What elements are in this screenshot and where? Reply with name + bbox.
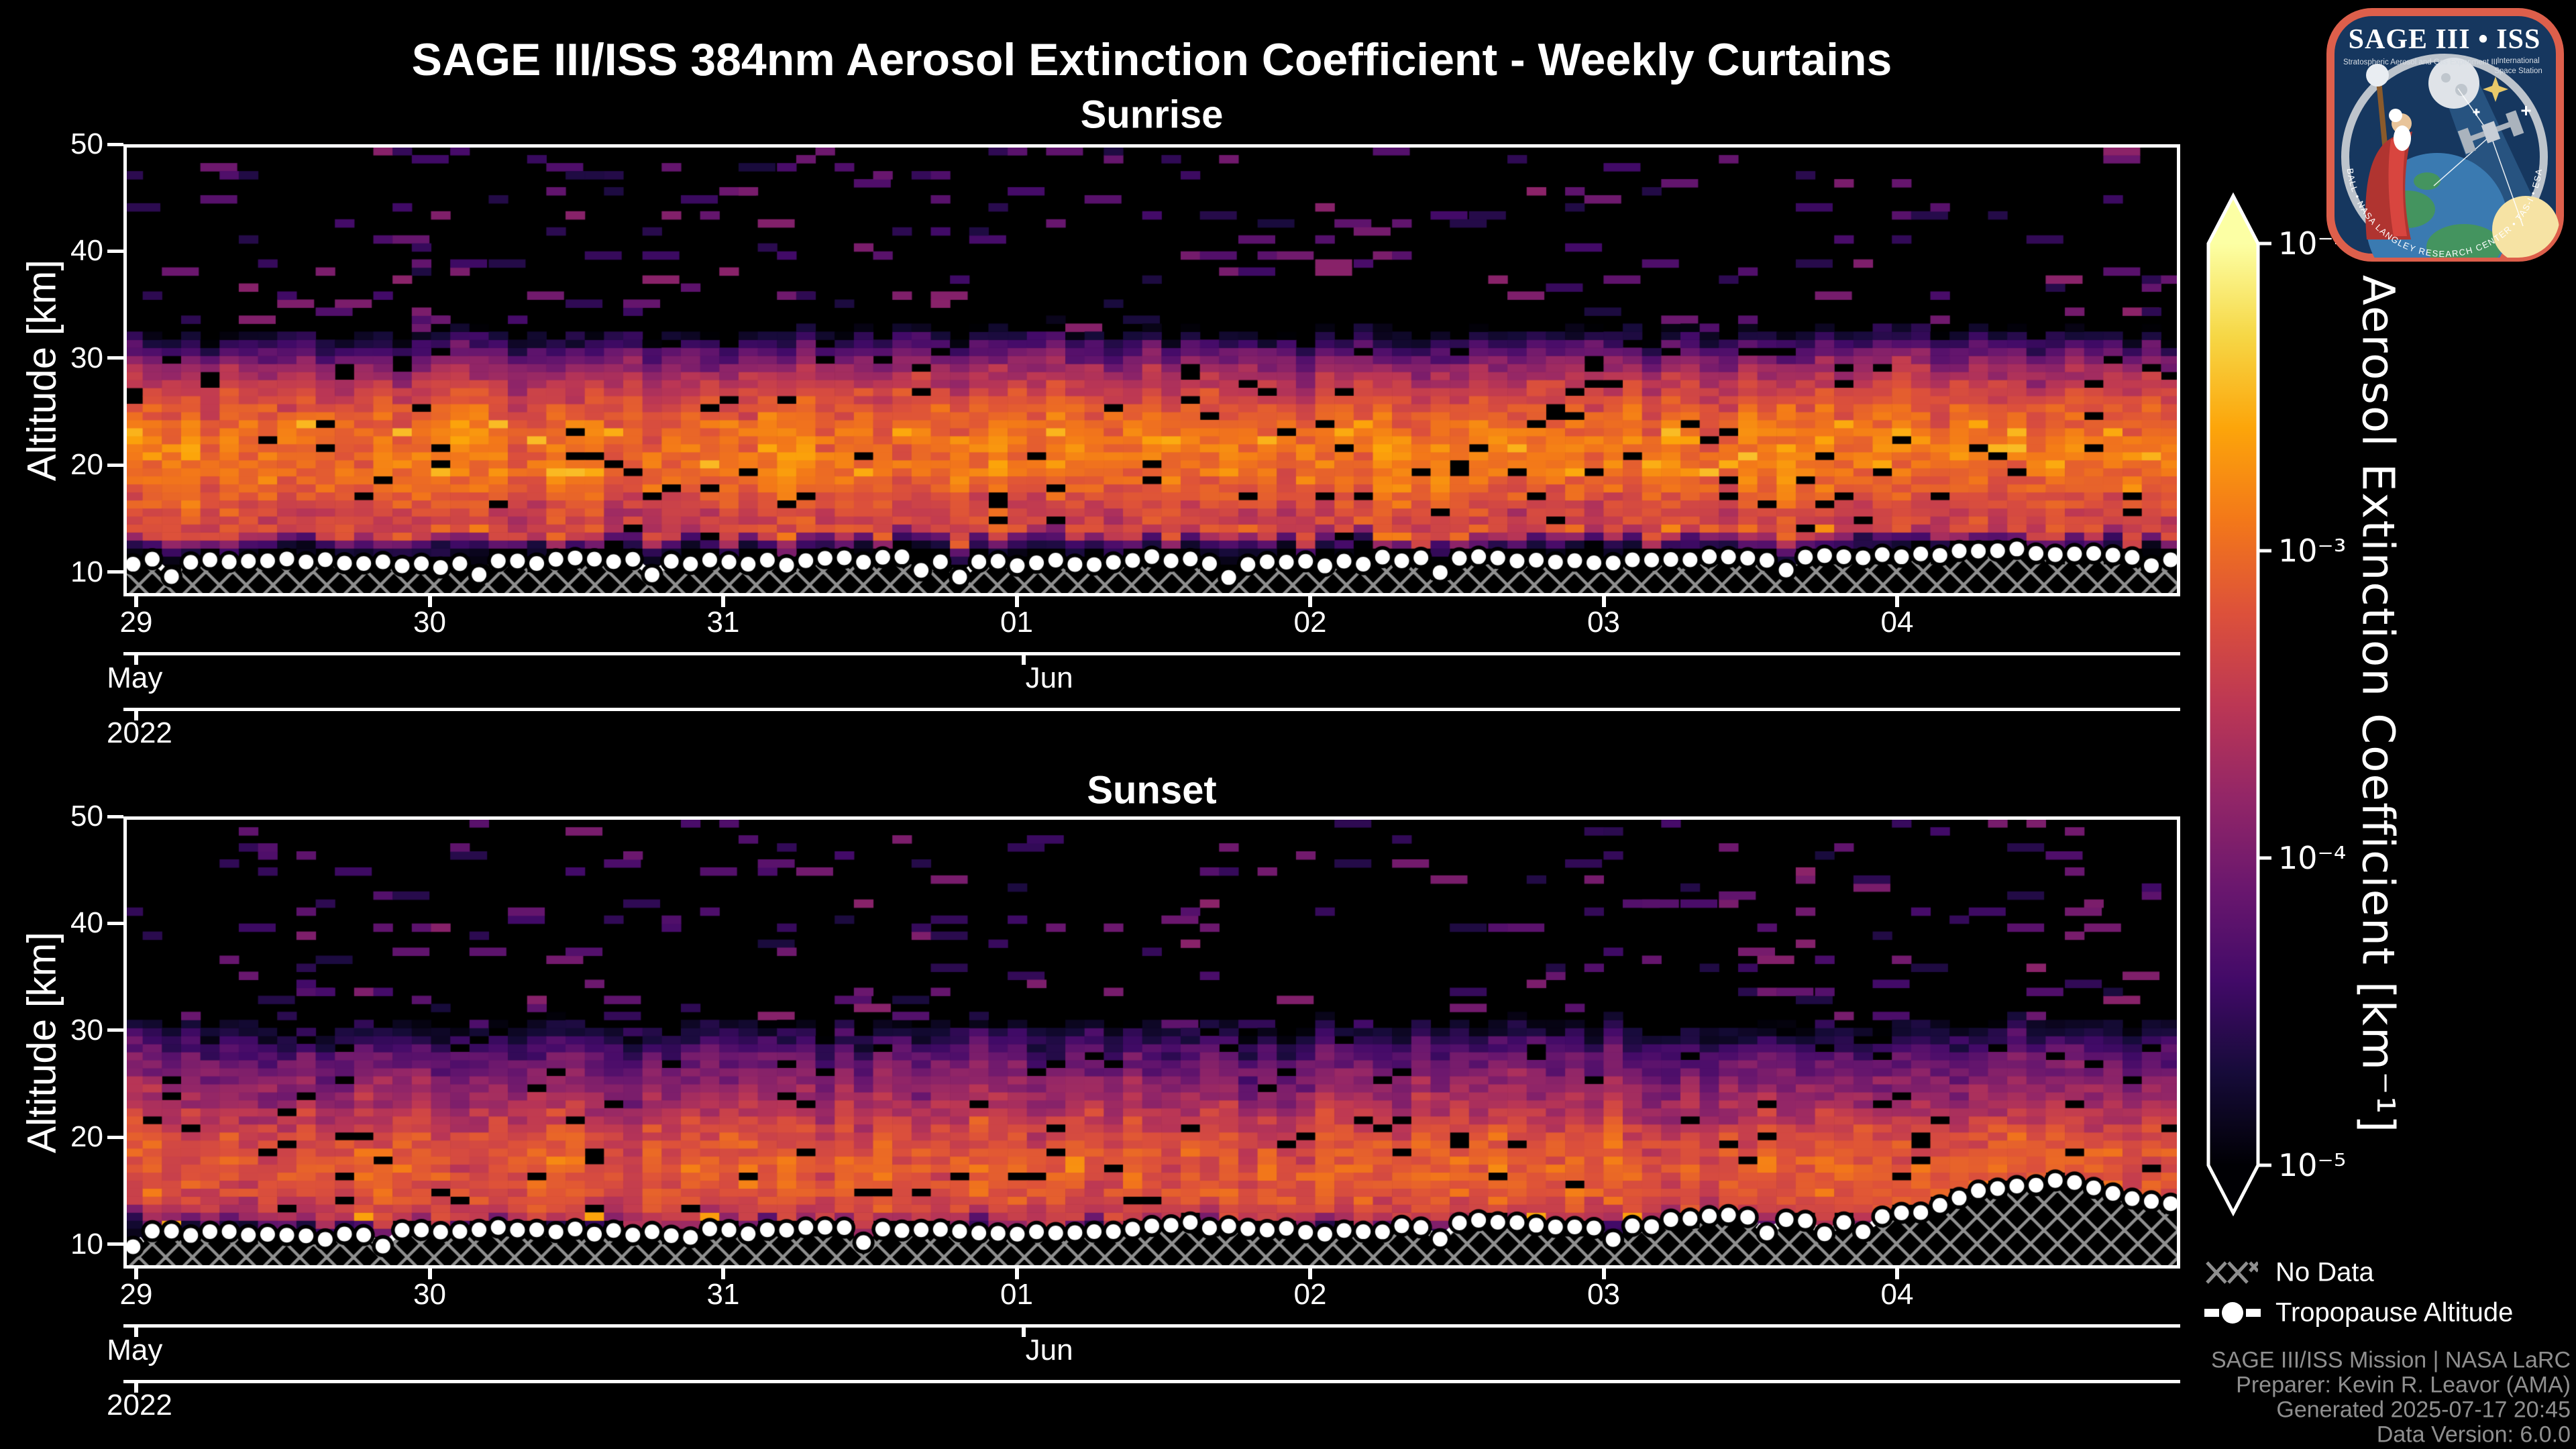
- y-tick-label: 50: [70, 800, 103, 833]
- tropopause-line-icon: [2204, 1302, 2261, 1324]
- x-day-tick-label: 02: [1293, 606, 1327, 639]
- x-day-tick-label: 02: [1293, 1278, 1327, 1311]
- colorbar-tick-label: 10⁻³: [2278, 533, 2347, 569]
- year-label: 2022: [107, 1389, 172, 1421]
- month-label: Jun: [1025, 661, 1073, 694]
- legend-label-tropopause: Tropopause Altitude: [2275, 1297, 2514, 1328]
- month-label: May: [107, 661, 163, 694]
- y-tick-mark: [107, 570, 123, 574]
- x-day-tick-label: 31: [706, 1278, 740, 1311]
- y-tick-label: 50: [70, 127, 103, 160]
- y-tick-label: 30: [70, 341, 103, 374]
- colorbar-ticks: [2258, 241, 2271, 1167]
- x-day-tick-label: 29: [119, 1278, 153, 1311]
- sunrise-heatmap-canvas: [123, 144, 2180, 596]
- x-day-tick-label: 30: [413, 606, 446, 639]
- attribution-data-version: Data Version: 6.0.0: [2376, 1421, 2571, 1448]
- month-label: May: [107, 1334, 163, 1366]
- month-separator-line: [123, 652, 2180, 655]
- attribution-generated: Generated 2025-07-17 20:45: [2276, 1397, 2571, 1423]
- x-day-tick-label: 01: [1000, 1278, 1033, 1311]
- year-separator-line: [123, 708, 2180, 711]
- y-tick-mark: [107, 356, 123, 360]
- y-tick-mark: [107, 921, 123, 925]
- attribution-preparer: Preparer: Kevin R. Leavor (AMA): [2236, 1372, 2571, 1398]
- month-separator-line: [123, 1324, 2180, 1328]
- panel-title-sunrise: Sunrise: [1080, 93, 1224, 137]
- logo-title: SAGE III • ISS: [2349, 24, 2541, 55]
- x-day-tick-label: 04: [1880, 1278, 1914, 1311]
- y-tick-mark: [107, 814, 123, 818]
- no-data-hatch-icon: [2206, 1261, 2258, 1284]
- y-tick-label: 10: [70, 555, 103, 588]
- logo-subtitle-left: Stratospheric Aerosol and Gas Experiment…: [2343, 58, 2498, 66]
- x-day-tick-label: 31: [706, 606, 740, 639]
- y-tick-label: 20: [70, 1120, 103, 1154]
- y-tick-mark: [107, 1242, 123, 1246]
- panel-title-sunset: Sunset: [1087, 768, 1217, 812]
- legend-label-no-data: No Data: [2275, 1257, 2374, 1287]
- x-day-tick-label: 30: [413, 1278, 446, 1311]
- y-tick-mark: [107, 1028, 123, 1032]
- attribution-mission: SAGE III/ISS Mission | NASA LaRC: [2210, 1347, 2571, 1373]
- colorbar-tick-label: 10⁻⁴: [2278, 840, 2347, 876]
- figure: SAGE III/ISS 384nm Aerosol Extinction Co…: [0, 0, 2576, 1449]
- x-day-tick-label: 04: [1880, 606, 1914, 639]
- page-title: SAGE III/ISS 384nm Aerosol Extinction Co…: [411, 34, 1892, 85]
- x-day-tick-label: 03: [1587, 606, 1620, 639]
- y-tick-mark: [107, 463, 123, 467]
- y-tick-label: 30: [70, 1013, 103, 1046]
- colorbar-tick-label: 10⁻⁵: [2278, 1147, 2347, 1183]
- year-separator-line: [123, 1380, 2180, 1383]
- sage-iss-logo: SAGE III • ISS Stratospheric Aerosol and…: [2326, 8, 2564, 262]
- colorbar: [2206, 192, 2271, 1217]
- logo-subtitle-right-2: Space Station: [2494, 67, 2542, 75]
- y-tick-label: 40: [70, 234, 103, 268]
- y-tick-label: 20: [70, 448, 103, 482]
- y-tick-mark: [107, 249, 123, 253]
- year-label: 2022: [107, 716, 172, 749]
- y-tick-label: 40: [70, 906, 103, 940]
- y-tick-mark: [107, 142, 123, 146]
- colorbar-axis-label: Aerosol Extinction Coefficient [km⁻¹]: [2352, 274, 2404, 1134]
- x-day-tick-label: 03: [1587, 1278, 1620, 1311]
- x-day-tick-label: 01: [1000, 606, 1033, 639]
- logo-subtitle-right-1: International: [2497, 57, 2539, 65]
- sunset-heatmap-canvas: [123, 816, 2180, 1269]
- y-tick-label: 10: [70, 1227, 103, 1260]
- colorbar-gradient-arrow: [2206, 192, 2260, 1217]
- y-tick-mark: [107, 1135, 123, 1139]
- month-label: Jun: [1025, 1334, 1073, 1366]
- x-day-tick-label: 29: [119, 606, 153, 639]
